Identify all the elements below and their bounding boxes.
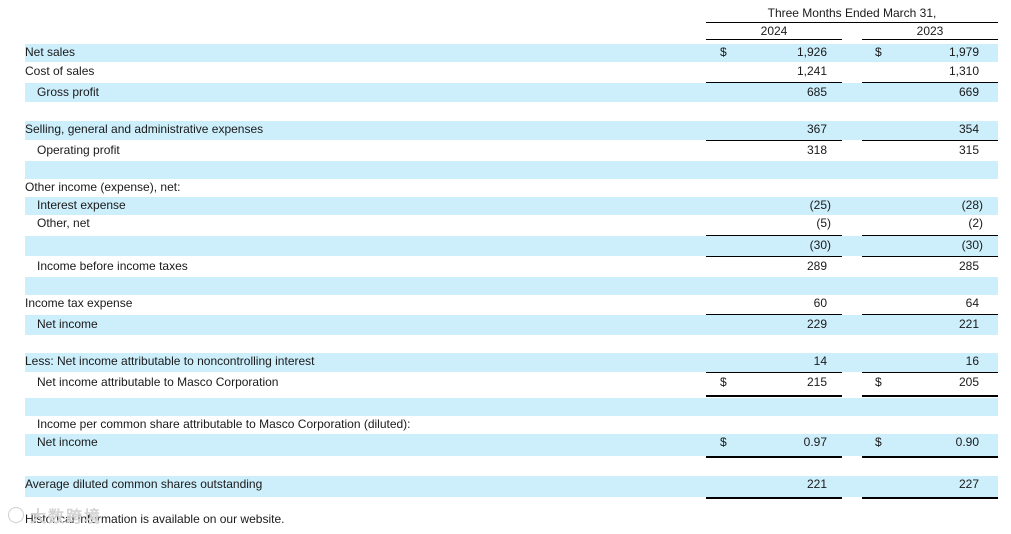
table-row: Net income attributable to Masco Corpora… <box>25 373 998 395</box>
row-label: Other income (expense), net: <box>25 180 181 194</box>
double-underline <box>862 395 998 397</box>
value-2024: 367 <box>806 122 827 136</box>
value-2023: 16 <box>965 354 979 368</box>
row-label: Gross profit <box>37 85 100 99</box>
table-row-spacer <box>25 398 998 416</box>
value-2023: 354 <box>958 122 979 136</box>
value-2024: 318 <box>806 143 827 157</box>
currency-symbol: $ <box>875 435 882 449</box>
table-row: Gross profit 685 669 <box>25 83 998 102</box>
value-2023: (28) <box>961 198 983 212</box>
year-header-2023: 2023 <box>862 23 998 40</box>
value-2024: 685 <box>806 85 827 99</box>
table-row: Income per common share attributable to … <box>25 416 998 434</box>
value-2023: (2) <box>968 216 983 230</box>
row-label: Other, net <box>37 216 90 230</box>
row-label: Income per common share attributable to … <box>37 417 411 431</box>
value-2023: 669 <box>958 85 979 99</box>
value-2024: (30) <box>809 238 831 252</box>
table-row: Interest expense (25) (28) <box>25 197 998 215</box>
table-row: Other, net (5) (2) <box>25 215 998 235</box>
row-label: Interest expense <box>37 198 126 212</box>
double-underline <box>862 456 998 458</box>
row-label: Income before income taxes <box>37 259 188 273</box>
double-underline <box>706 497 842 499</box>
value-2024: 229 <box>806 317 827 331</box>
period-header: Three Months Ended March 31, <box>706 4 998 23</box>
table-row-spacer <box>25 161 998 179</box>
value-2024: 289 <box>806 259 827 273</box>
currency-symbol: $ <box>720 45 727 59</box>
double-underline <box>706 395 842 397</box>
row-label: Net income <box>37 435 98 449</box>
value-2023: 285 <box>958 259 979 273</box>
value-2024: 1,926 <box>796 45 827 59</box>
value-2023: 227 <box>958 477 979 491</box>
row-label: Cost of sales <box>25 64 95 78</box>
value-2023: (30) <box>961 238 983 252</box>
value-2023: 205 <box>958 375 979 389</box>
table-row: Less: Net income attributable to noncont… <box>25 353 998 372</box>
watermark-circle-icon <box>8 507 24 523</box>
value-2023: 1,310 <box>948 64 979 78</box>
value-2023: 0.90 <box>955 435 979 449</box>
currency-symbol: $ <box>720 435 727 449</box>
year-header-2024: 2024 <box>706 23 842 40</box>
table-row: Income before income taxes 289 285 <box>25 257 998 277</box>
table-row: Operating profit 318 315 <box>25 141 998 160</box>
table-row: Net income $ 0.97 $ 0.90 <box>25 434 998 456</box>
row-label: Net sales <box>25 45 76 59</box>
value-2023: 315 <box>958 143 979 157</box>
table-row: Selling, general and administrative expe… <box>25 121 998 140</box>
table-row: Other income (expense), net: <box>25 179 998 197</box>
watermark-logo: 大数跨境 <box>8 503 128 526</box>
table-row: Net income 229 221 <box>25 315 998 335</box>
value-2024: (25) <box>809 198 831 212</box>
value-2023: 221 <box>958 317 979 331</box>
value-2024: 14 <box>813 354 827 368</box>
table-row: Cost of sales 1,241 1,310 <box>25 63 998 81</box>
value-2024: 1,241 <box>796 64 827 78</box>
value-2024: (5) <box>816 216 831 230</box>
value-2024: 60 <box>813 296 827 310</box>
currency-symbol: $ <box>720 375 727 389</box>
value-2024: 0.97 <box>803 435 827 449</box>
value-2024: 215 <box>806 375 827 389</box>
row-label: Average diluted common shares outstandin… <box>25 477 263 491</box>
value-2023: 64 <box>965 296 979 310</box>
row-label: Operating profit <box>37 143 120 157</box>
currency-symbol: $ <box>875 375 882 389</box>
value-2023: 1,979 <box>948 45 979 59</box>
row-label: Less: Net income attributable to noncont… <box>25 354 315 368</box>
table-row: Average diluted common shares outstandin… <box>25 476 998 497</box>
table-row: Income tax expense 60 64 <box>25 295 998 314</box>
watermark-text: 大数跨境 <box>30 509 103 526</box>
row-label: Selling, general and administrative expe… <box>25 122 264 136</box>
currency-symbol: $ <box>875 45 882 59</box>
table-row-spacer <box>25 277 998 295</box>
row-label: Income tax expense <box>25 296 133 310</box>
double-underline <box>862 497 998 499</box>
double-underline <box>706 456 842 458</box>
value-2024: 221 <box>806 477 827 491</box>
row-label: Net income attributable to Masco Corpora… <box>37 375 279 389</box>
table-row: (30) (30) <box>25 236 998 256</box>
row-label: Net income <box>37 317 98 331</box>
table-row: Net sales $ 1,926 $ 1,979 <box>25 44 998 62</box>
